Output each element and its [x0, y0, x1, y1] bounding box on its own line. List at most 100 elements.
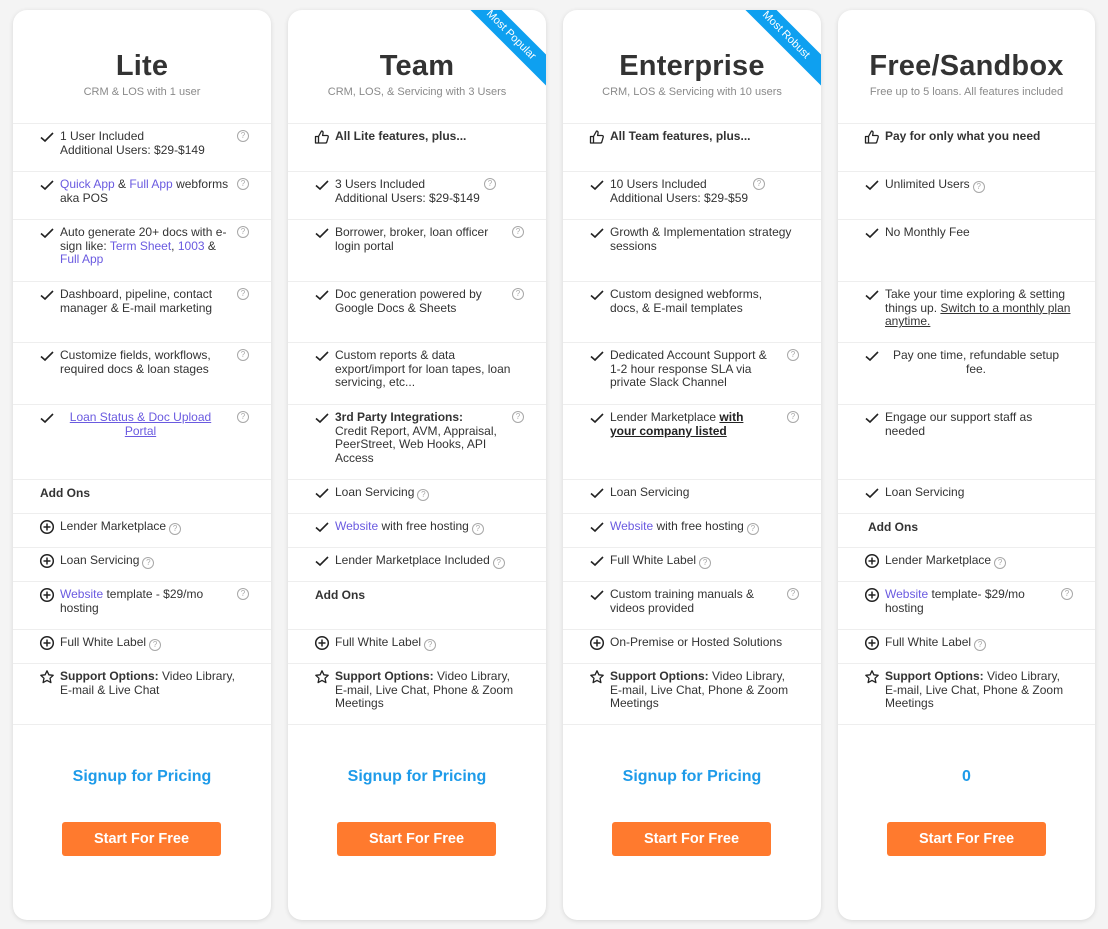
website-link[interactable]: Website: [885, 587, 928, 601]
help-icon[interactable]: ?: [492, 557, 505, 569]
help-icon[interactable]: ?: [972, 181, 985, 193]
help-icon[interactable]: ?: [512, 226, 524, 238]
feature-row: Auto generate 20+ docs with e-sign like:…: [13, 220, 271, 282]
feature-text: with free hosting: [653, 519, 744, 533]
help-icon[interactable]: ?: [512, 411, 524, 423]
thumbs-up-icon: [864, 129, 880, 145]
plus-circle-icon: [864, 587, 880, 603]
check-icon: [864, 410, 880, 426]
plan-card-team: Most Popular Team CRM, LOS, & Servicing …: [288, 10, 546, 920]
feature-text: Full White Label: [610, 553, 697, 567]
support-row: Support Options: Video Library, E-mail, …: [838, 664, 1095, 725]
help-icon[interactable]: ?: [237, 349, 249, 361]
plan-name: Lite: [115, 50, 169, 82]
help-icon[interactable]: ?: [237, 588, 249, 600]
support-label: Support Options:: [610, 669, 709, 683]
feature-row: Lender Marketplace Included?: [288, 548, 546, 582]
start-for-free-button[interactable]: Start For Free: [887, 822, 1046, 856]
start-for-free-button[interactable]: Start For Free: [62, 822, 221, 856]
help-icon[interactable]: ?: [787, 588, 799, 600]
help-icon[interactable]: ?: [237, 411, 249, 423]
help-icon[interactable]: ?: [787, 411, 799, 423]
feature-text: Full White Label: [60, 635, 147, 649]
add-ons-header: Add Ons: [288, 582, 546, 630]
thumbs-up-icon: [589, 129, 605, 145]
feature-row: 3rd Party Integrations: Credit Report, A…: [288, 405, 546, 480]
check-icon: [589, 519, 605, 535]
feature-row: Full White Label?: [563, 548, 821, 582]
feature-row: Pay one time, refundable setup fee.: [838, 343, 1095, 405]
feature-row: 1 User Included Additional Users: $29-$1…: [13, 124, 271, 172]
feature-text: Loan Servicing: [610, 485, 690, 499]
plan-price[interactable]: Signup for Pricing: [563, 768, 821, 786]
website-link[interactable]: Website: [335, 519, 378, 533]
addon-row: Full White Label?: [838, 630, 1095, 664]
feature-row: Take your time exploring & setting thing…: [838, 282, 1095, 343]
quick-app-link[interactable]: Quick App: [60, 177, 115, 191]
help-icon[interactable]: ?: [417, 489, 430, 501]
thumbs-up-icon: [314, 129, 330, 145]
feature-row: Doc generation powered by Google Docs & …: [288, 282, 546, 343]
help-icon[interactable]: ?: [974, 639, 987, 651]
loan-status-portal-link[interactable]: Loan Status & Doc Upload Portal: [70, 410, 211, 438]
feature-row: Loan Servicing: [838, 480, 1095, 514]
plan-name: Team: [379, 50, 455, 82]
start-for-free-button[interactable]: Start For Free: [337, 822, 496, 856]
full-app-link[interactable]: Full App: [60, 252, 103, 266]
feature-text: Additional Users: $29-$149: [60, 142, 205, 157]
website-link[interactable]: Website: [610, 519, 653, 533]
check-icon: [39, 177, 55, 193]
feature-text: Pay one time, refundable setup fee.: [892, 348, 1060, 376]
plan-header: Free/Sandbox Free up to 5 loans. All fea…: [838, 10, 1095, 124]
help-icon[interactable]: ?: [1061, 588, 1073, 600]
feature-text: Loan Servicing: [335, 485, 415, 499]
text: &: [204, 238, 216, 253]
help-icon[interactable]: ?: [787, 349, 799, 361]
feature-text: Custom reports & data export/import for …: [335, 348, 511, 390]
start-for-free-button[interactable]: Start For Free: [612, 822, 771, 856]
help-icon[interactable]: ?: [142, 557, 155, 569]
plan-subtitle: CRM, LOS & Servicing with 10 users: [602, 86, 782, 98]
help-icon[interactable]: ?: [512, 288, 524, 300]
help-icon[interactable]: ?: [424, 639, 437, 651]
text: &: [114, 177, 130, 191]
feature-text: Loan Servicing: [885, 485, 965, 499]
help-icon[interactable]: ?: [169, 523, 182, 535]
plan-header: Lite CRM & LOS with 1 user: [13, 10, 271, 124]
feature-text: Credit Report, AVM, Appraisal, PeerStree…: [335, 423, 497, 465]
check-icon: [589, 348, 605, 364]
check-icon: [39, 410, 55, 426]
term-sheet-link[interactable]: Term Sheet: [110, 239, 171, 253]
add-ons-header: Add Ons: [838, 514, 1095, 548]
feature-row: Loan Status & Doc Upload Portal ?: [13, 405, 271, 480]
addon-row: Website template- $29/mo hosting ?: [838, 582, 1095, 630]
help-icon[interactable]: ?: [484, 178, 496, 190]
full-app-link[interactable]: Full App: [129, 177, 172, 191]
help-icon[interactable]: ?: [699, 557, 712, 569]
1003-link[interactable]: 1003: [178, 239, 205, 253]
help-icon[interactable]: ?: [149, 639, 162, 651]
star-icon: [39, 669, 55, 685]
help-icon[interactable]: ?: [237, 178, 249, 190]
plus-circle-icon: [314, 635, 330, 651]
website-link[interactable]: Website: [60, 587, 103, 601]
addon-row: On-Premise or Hosted Solutions: [563, 630, 821, 664]
feature-row: Custom reports & data export/import for …: [288, 343, 546, 405]
help-icon[interactable]: ?: [471, 523, 484, 535]
plan-subtitle: CRM & LOS with 1 user: [83, 86, 201, 98]
feature-text: Lender Marketplace: [60, 519, 167, 533]
help-icon[interactable]: ?: [753, 178, 765, 190]
plan-subtitle: Free up to 5 loans. All features include…: [869, 86, 1064, 98]
feature-row: 3 Users Included Additional Users: $29-$…: [288, 172, 546, 220]
plan-price[interactable]: Signup for Pricing: [288, 768, 546, 786]
feature-text: 1 User Included: [60, 129, 145, 143]
help-icon[interactable]: ?: [237, 130, 249, 142]
plan-price[interactable]: 0: [838, 768, 1095, 786]
plan-price[interactable]: Signup for Pricing: [13, 768, 271, 786]
help-icon[interactable]: ?: [994, 557, 1007, 569]
text: ,: [171, 238, 178, 253]
help-icon[interactable]: ?: [746, 523, 759, 535]
help-icon[interactable]: ?: [237, 226, 249, 238]
help-icon[interactable]: ?: [237, 288, 249, 300]
feature-row: Website with free hosting?: [563, 514, 821, 548]
